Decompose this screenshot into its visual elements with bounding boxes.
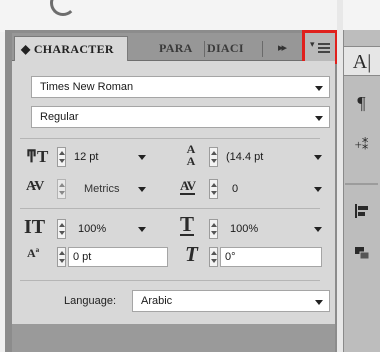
leading-combo[interactable]: (14.4 pt: [222, 147, 322, 167]
character-icon: A|: [352, 51, 372, 73]
character-panel-dock-button[interactable]: A|: [343, 46, 380, 76]
chevron-down-icon: [315, 300, 323, 305]
baseline-shift-icon: Aª: [27, 246, 40, 260]
horizontal-scale-combo[interactable]: 100%: [222, 219, 322, 239]
chevron-down-icon: [314, 155, 322, 160]
chevron-down-icon: [138, 155, 146, 160]
kerning-combo[interactable]: Metrics: [70, 179, 146, 199]
diacritics-icon: +⁑: [354, 137, 369, 152]
font-style-value: Regular: [40, 111, 79, 123]
tab-character[interactable]: ◆ CHARACTER: [14, 36, 128, 61]
chevron-down-icon: [315, 116, 323, 121]
divider: [20, 208, 320, 209]
chevron-down-icon: [314, 187, 322, 192]
skew-icon: T: [185, 242, 198, 266]
font-family-value: Times New Roman: [40, 81, 134, 93]
vertical-scale-stepper[interactable]: [57, 219, 66, 239]
divider: [20, 138, 320, 139]
baseline-shift-stepper[interactable]: [57, 247, 66, 267]
chevron-down-icon: [138, 227, 146, 232]
tab-paragraph[interactable]: PARA: [155, 36, 205, 61]
font-size-icon: ͳT: [26, 147, 49, 166]
chevron-down-icon: [138, 187, 146, 192]
chevron-down-icon: [315, 86, 323, 91]
tab-separator: [262, 41, 263, 57]
leading-icon: AA: [186, 142, 196, 168]
font-family-dropdown[interactable]: Times New Roman: [31, 76, 330, 98]
align-icon: [354, 204, 368, 218]
language-label: Language:: [64, 295, 116, 307]
align-panel-dock-button[interactable]: [343, 198, 380, 228]
font-size-value: 12 pt: [74, 151, 99, 163]
dock-separator: [345, 183, 378, 185]
baseline-shift-field[interactable]: 0 pt: [68, 247, 168, 267]
panel-menu-icon: [318, 43, 330, 55]
font-style-dropdown[interactable]: Regular: [31, 106, 330, 128]
chevron-down-icon: [314, 227, 322, 232]
divider: [20, 280, 320, 281]
language-dropdown[interactable]: Arabic: [132, 290, 330, 312]
panel-dock: [343, 30, 380, 352]
panel-footer: [12, 324, 335, 352]
horizontal-scale-icon: T: [180, 212, 195, 236]
skew-stepper[interactable]: [209, 247, 218, 267]
more-tabs-icon[interactable]: ▸▸: [278, 36, 287, 60]
tab-bar: ◆ CHARACTER PARA DIACI ▸▸: [12, 33, 335, 61]
chevron-down-icon: ▾: [310, 39, 315, 49]
tracking-value: 0: [232, 183, 239, 195]
layers-icon: [354, 247, 369, 260]
vertical-scale-value: 100%: [78, 223, 107, 235]
horizontal-scale-value: 100%: [230, 223, 259, 235]
tracking-combo[interactable]: 0: [222, 179, 322, 199]
kerning-stepper[interactable]: [57, 179, 66, 199]
tracking-icon: AV: [180, 178, 196, 195]
kerning-icon: A̵V: [26, 179, 45, 194]
language-value: Arabic: [141, 295, 173, 307]
skew-field[interactable]: 0°: [220, 247, 322, 267]
leading-stepper[interactable]: [209, 147, 218, 167]
paragraph-icon: ¶: [357, 93, 366, 113]
font-size-combo[interactable]: 12 pt: [70, 147, 146, 167]
paragraph-panel-dock-button[interactable]: ¶: [343, 88, 380, 118]
diacritics-panel-dock-button[interactable]: +⁑: [343, 130, 380, 160]
font-size-stepper[interactable]: [57, 147, 66, 167]
layers-panel-dock-button[interactable]: [343, 240, 380, 270]
tracking-stepper[interactable]: [209, 179, 218, 199]
panel-menu-button[interactable]: ▾: [302, 30, 338, 64]
vertical-scale-icon: IT: [24, 216, 46, 238]
leading-value: (14.4 pt: [226, 151, 264, 163]
horizontal-scale-stepper[interactable]: [209, 219, 218, 239]
vertical-scale-combo[interactable]: 100%: [70, 219, 146, 239]
kerning-value: Metrics: [84, 183, 120, 195]
tab-diacritics[interactable]: DIACI: [205, 36, 261, 61]
